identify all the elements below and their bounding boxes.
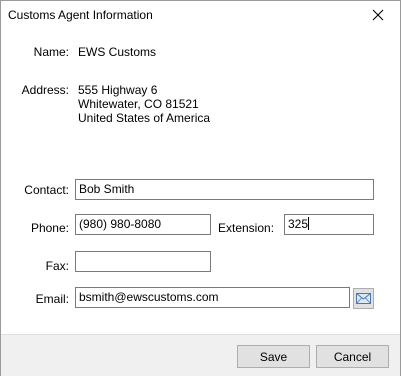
email-value: bsmith@ewscustoms.com [79,290,219,304]
title-bar: Customs Agent Information [1,1,400,29]
address-line-2: Whitewater, CO 81521 [78,97,199,111]
address-label: Address: [21,83,69,97]
contact-label: Contact: [24,183,69,197]
contact-value: Bob Smith [79,182,135,196]
phone-field[interactable]: (980) 980-8080 [75,214,211,235]
envelope-icon [356,293,371,304]
address-block: 555 Highway 6 Whitewater, CO 81521 Unite… [78,83,210,125]
address-line-1: 555 Highway 6 [78,83,158,97]
text-caret [308,217,310,230]
save-button[interactable]: Save [237,345,310,368]
window-title: Customs Agent Information [8,8,153,22]
customs-agent-dialog: Customs Agent Information Name: EWS Cust… [0,0,401,376]
extension-field[interactable]: 325 [284,214,374,235]
address-line-3: United States of America [78,111,211,125]
contact-field[interactable]: Bob Smith [75,179,374,200]
close-button[interactable] [356,1,400,29]
close-icon [372,9,384,21]
fax-field[interactable] [75,251,211,272]
send-email-button[interactable] [353,288,374,309]
name-value: EWS Customs [78,45,157,59]
dialog-content: Name: EWS Customs Address: 555 Highway 6… [1,29,400,334]
email-field[interactable]: bsmith@ewscustoms.com [75,287,350,308]
email-label: Email: [35,292,69,306]
fax-label: Fax: [45,259,69,273]
cancel-button[interactable]: Cancel [316,345,389,368]
extension-label: Extension: [218,221,275,235]
button-bar: Save Cancel [1,334,400,376]
phone-value: (980) 980-8080 [79,217,162,231]
extension-value: 325 [288,217,309,231]
phone-label: Phone: [30,221,69,235]
name-label: Name: [33,45,69,59]
